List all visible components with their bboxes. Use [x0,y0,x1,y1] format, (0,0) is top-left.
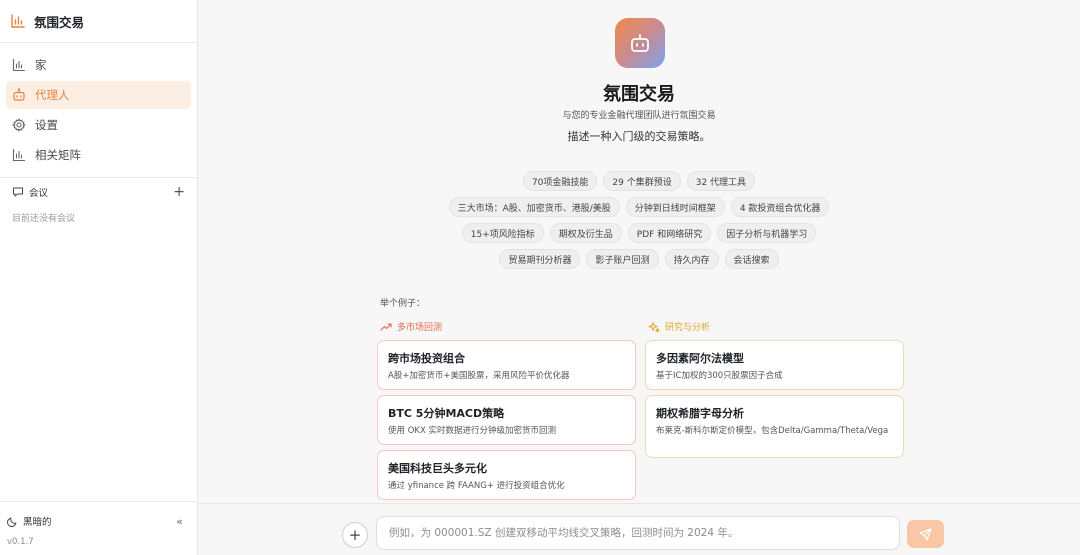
example-card-title: 跨市场投资组合 [388,352,465,365]
gear-icon [12,118,26,132]
feature-chip: 期权及衍生品 [549,223,622,243]
add-attachment-button[interactable]: + [342,522,368,548]
sidebar-footer: 黑暗的 « v0.1.7 [0,501,197,555]
chip-row: 三大市场：A股、加密货币、港股/美股 分钟到日线时间框架 4 款投资组合优化器 [198,197,1080,217]
example-card[interactable]: BTC 5分钟MACD策略 使用 OKX 实时数据进行分钟级加密货币回测 [377,395,636,445]
feature-chip: 三大市场：A股、加密货币、港股/美股 [448,197,620,217]
chip-row: 15+项风险指标 期权及衍生品 PDF 和网络研究 因子分析与机器学习 [198,223,1080,243]
main-area: 氛围交易 与您的专业金融代理团队进行氛围交易 描述一种入门级的交易策略。 70项… [198,0,1080,503]
example-card-title: BTC 5分钟MACD策略 [388,407,505,420]
category-label: 研究与分析 [665,323,711,333]
feature-chip: 持久内存 [664,249,719,269]
feature-chip: 29 个集群预设 [603,171,681,191]
moon-icon [7,516,18,527]
example-card-desc: 通过 yfinance 跨 FAANG+ 进行投资组合优化 [388,481,565,491]
example-card[interactable]: 跨市场投资组合 A股+加密货币+美国股票，采用风险平价优化器 [377,340,636,390]
app-title: 氛围交易 [34,14,85,30]
sidebar-item-label: 代理人 [35,88,70,102]
example-card-desc: 布莱克-斯科尔斯定价模型，包含Delta/Gamma/Theta/Vega [656,426,889,436]
sessions-header: 会议 + [12,185,185,199]
feature-chip: 70项金融技能 [522,171,598,191]
feature-chip: 4 款投资组合优化器 [730,197,830,217]
chip-row: 70项金融技能 29 个集群预设 32 代理工具 [198,171,1080,191]
category-multi-market-backtest: 多市场回测 [380,320,442,333]
send-button[interactable] [907,520,944,548]
example-card-title: 美国科技巨头多元化 [388,462,487,475]
sidebar: 氛围交易 家 代理人 设置 相关矩阵 会议 + 目前还没有会议 黑暗的 « v0… [0,0,198,555]
dark-mode-label: 黑暗的 [23,517,52,528]
collapse-sidebar-icon[interactable]: « [176,515,183,528]
example-card-desc: 使用 OKX 实时数据进行分钟级加密货币回测 [388,426,556,436]
sessions-section: 会议 + 目前还没有会议 [0,178,197,230]
hero-description: 描述一种入门级的交易策略。 [567,130,711,143]
bar-chart-icon [12,58,26,72]
chip-row: 贸易期刊分析器 影子账户回测 持久内存 会话搜索 [198,249,1080,269]
bar-chart-icon [10,13,26,29]
example-card-title: 多因素阿尔法模型 [656,352,744,365]
chat-bubble-icon [12,186,24,198]
example-card[interactable]: 美国科技巨头多元化 通过 yfinance 跨 FAANG+ 进行投资组合优化 [377,450,636,500]
brand[interactable]: 氛围交易 [0,0,197,43]
sparkle-icon [648,321,660,333]
sidebar-item-label: 家 [35,58,47,72]
send-icon [919,527,932,541]
sidebar-item-label: 相关矩阵 [35,148,81,162]
sidebar-item-agents[interactable]: 代理人 [6,81,191,109]
sidebar-nav: 家 代理人 设置 相关矩阵 [0,43,197,178]
sidebar-item-correlation-matrix[interactable]: 相关矩阵 [6,141,191,169]
sessions-title: 会议 [29,188,49,199]
example-card-desc: A股+加密货币+美国股票，采用风险平价优化器 [388,371,570,381]
feature-chip: 会话搜索 [724,249,779,269]
hero-subtitle: 与您的专业金融代理团队进行氛围交易 [562,111,716,121]
examples-label: 举个例子： [380,299,426,309]
sidebar-item-home[interactable]: 家 [6,51,191,79]
category-label: 多市场回测 [397,323,443,333]
dark-mode-toggle[interactable]: 黑暗的 « [7,514,189,528]
robot-icon [615,18,665,68]
feature-chip: 15+项风险指标 [461,223,544,243]
feature-chip: 影子账户回测 [586,249,659,269]
category-research-analysis: 研究与分析 [648,320,710,333]
sidebar-item-settings[interactable]: 设置 [6,111,191,139]
example-card-desc: 基于IC加权的300只股票因子合成 [656,371,783,381]
hero-title: 氛围交易 [603,84,675,105]
feature-chip: 分钟到日线时间框架 [625,197,725,217]
feature-chip: 32 代理工具 [686,171,756,191]
sidebar-item-label: 设置 [35,118,58,132]
feature-chip: 贸易期刊分析器 [499,249,581,269]
feature-chip: 因子分析与机器学习 [717,223,817,243]
feature-chip: PDF 和网络研究 [627,223,712,243]
bar-chart-icon [12,148,26,162]
composer: + [198,503,1080,555]
feature-chips: 70项金融技能 29 个集群预设 32 代理工具 三大市场：A股、加密货币、港股… [198,171,1080,275]
example-card-title: 期权希腊字母分析 [656,407,744,420]
sessions-empty-text: 目前还没有会议 [12,214,76,224]
prompt-input[interactable] [376,516,900,550]
example-card[interactable]: 期权希腊字母分析 布莱克-斯科尔斯定价模型，包含Delta/Gamma/Thet… [645,395,904,458]
example-card[interactable]: 多因素阿尔法模型 基于IC加权的300只股票因子合成 [645,340,904,390]
add-session-button[interactable]: + [173,185,185,199]
robot-icon [12,88,26,102]
trend-up-icon [380,321,392,333]
version-label: v0.1.7 [7,537,34,547]
